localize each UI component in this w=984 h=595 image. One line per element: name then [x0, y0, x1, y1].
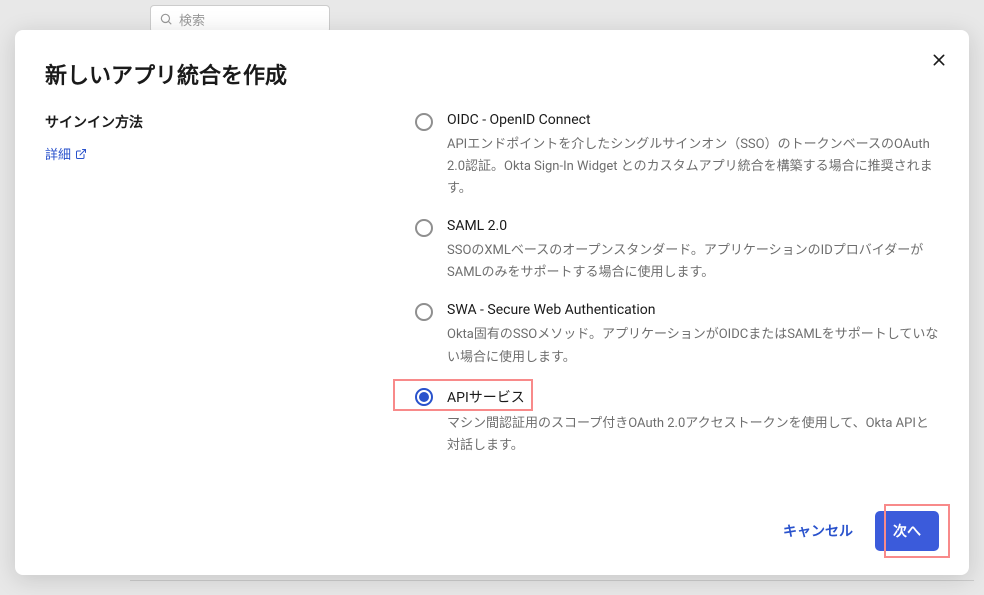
radio-saml[interactable] [415, 219, 433, 237]
option-oidc[interactable]: OIDC - OpenID Connect APIエンドポイントを介したシングル… [415, 112, 939, 200]
option-api-services[interactable]: APIサービス マシン間認証用のスコープ付きOAuth 2.0アクセストークンを… [415, 387, 939, 457]
option-title: SAML 2.0 [447, 218, 939, 234]
left-column: サインイン方法 詳細 [45, 112, 375, 493]
option-saml[interactable]: SAML 2.0 SSOのXMLベースのオープンスタンダード。アプリケーションの… [415, 218, 939, 284]
option-desc: Okta固有のSSOメソッド。アプリケーションがOIDCまたはSAMLをサポート… [447, 324, 939, 368]
bg-search-placeholder: 検索 [179, 10, 205, 29]
radio-swa[interactable] [415, 303, 433, 321]
option-desc: SSOのXMLベースのオープンスタンダード。アプリケーションのIDプロバイダーが… [447, 240, 939, 284]
bg-search-box: 検索 [150, 5, 330, 33]
option-content: OIDC - OpenID Connect APIエンドポイントを介したシングル… [447, 112, 939, 200]
option-swa[interactable]: SWA - Secure Web Authentication Okta固有のS… [415, 302, 939, 368]
bg-divider [130, 580, 974, 581]
options-list: OIDC - OpenID Connect APIエンドポイントを介したシングル… [415, 112, 939, 493]
option-desc: APIエンドポイントを介したシングルサインオン（SSO）のトークンベースのOAu… [447, 134, 939, 200]
cancel-button[interactable]: キャンセル [779, 513, 857, 549]
modal-title: 新しいアプリ統合を作成 [15, 30, 969, 112]
create-app-integration-modal: 新しいアプリ統合を作成 サインイン方法 詳細 OIDC - OpenID Con… [15, 30, 969, 575]
close-button[interactable] [927, 48, 951, 72]
option-title: OIDC - OpenID Connect [447, 112, 939, 128]
option-content: SWA - Secure Web Authentication Okta固有のS… [447, 302, 939, 368]
details-link[interactable]: 詳細 [45, 144, 87, 163]
option-content: SAML 2.0 SSOのXMLベースのオープンスタンダード。アプリケーションの… [447, 218, 939, 284]
modal-body: サインイン方法 詳細 OIDC - OpenID Connect APIエンドポ… [15, 112, 969, 493]
option-title: APIサービス [447, 387, 939, 407]
option-title: SWA - Secure Web Authentication [447, 302, 939, 318]
external-link-icon [75, 148, 87, 160]
radio-api-services[interactable] [415, 388, 433, 406]
sign-in-method-label: サインイン方法 [45, 112, 375, 132]
close-icon [931, 52, 947, 68]
option-content: APIサービス マシン間認証用のスコープ付きOAuth 2.0アクセストークンを… [447, 387, 939, 457]
next-button[interactable]: 次へ [875, 511, 939, 551]
radio-oidc[interactable] [415, 113, 433, 131]
search-icon [159, 12, 173, 26]
modal-footer: キャンセル 次へ [15, 493, 969, 575]
option-desc: マシン間認証用のスコープ付きOAuth 2.0アクセストークンを使用して、Okt… [447, 413, 939, 457]
details-link-text: 詳細 [45, 144, 71, 163]
